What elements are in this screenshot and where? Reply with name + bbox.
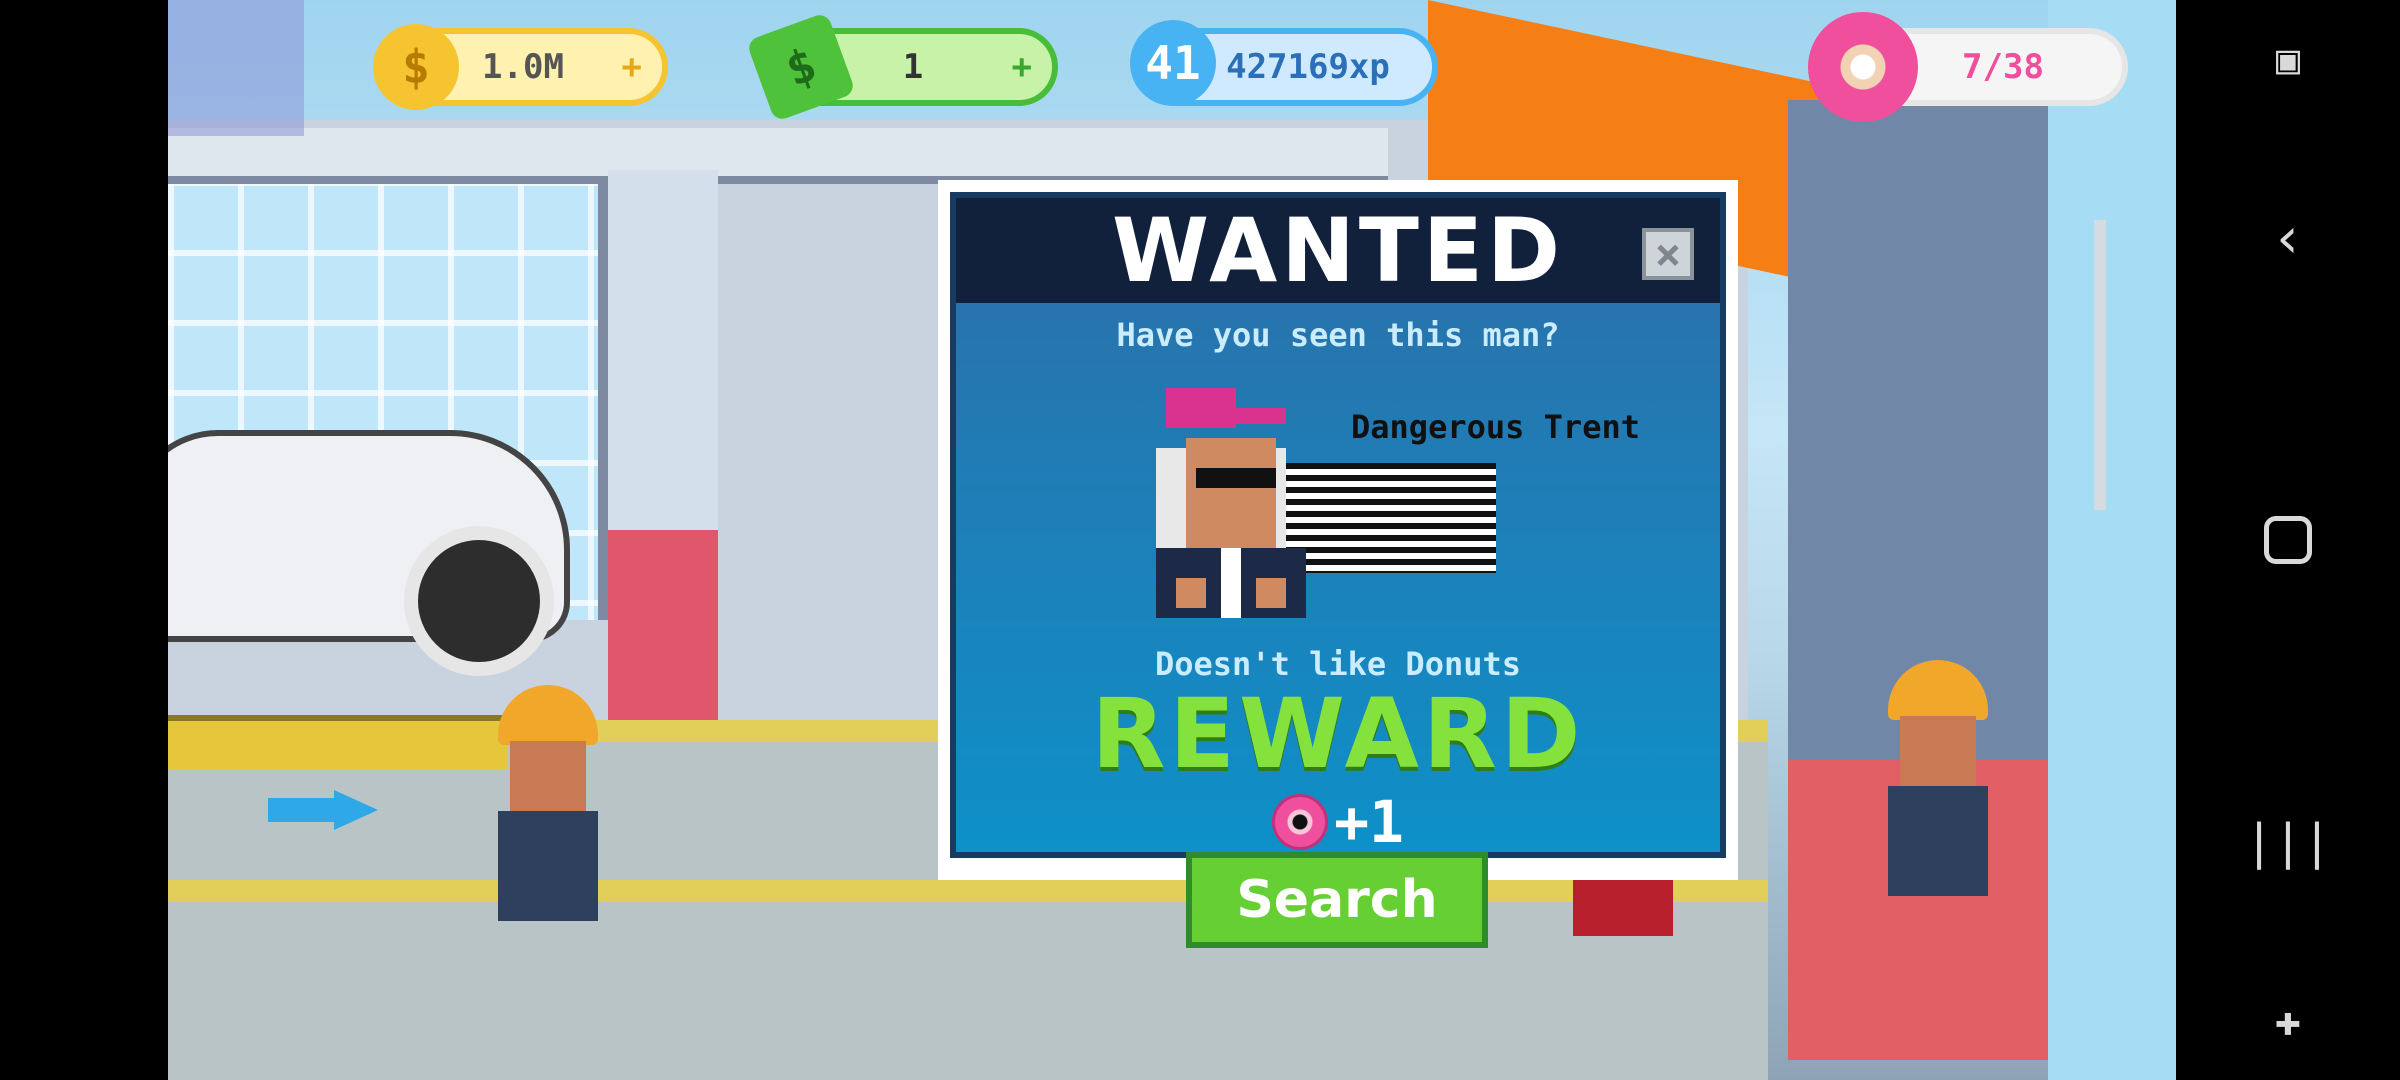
suspect-name: Dangerous Trent <box>1351 408 1640 446</box>
cash-value: 1 <box>902 47 924 87</box>
car-wheel <box>404 526 554 676</box>
wanted-poster: WANTED × Have you seen this man? Dangero… <box>950 192 1726 858</box>
wanted-dialog: WANTED × Have you seen this man? Dangero… <box>938 180 1738 880</box>
donut-value: 7/38 <box>1962 47 2044 87</box>
xp-value: 427169xp <box>1226 47 1390 87</box>
search-button[interactable]: Search <box>1186 852 1488 948</box>
sky <box>2048 0 2176 1080</box>
white-sports-car[interactable] <box>168 430 570 676</box>
close-icon: × <box>1654 228 1682 280</box>
level-badge: 41 <box>1130 20 1216 106</box>
car-lift <box>168 715 508 769</box>
back-icon[interactable]: ‹ <box>2248 198 2328 278</box>
reward-amount: +1 <box>1334 788 1404 856</box>
dialog-header: WANTED <box>956 198 1720 303</box>
donut-icon <box>1272 794 1329 850</box>
coins-value: 1.0M <box>482 47 564 87</box>
game-tools-icon[interactable]: ✚ <box>2248 980 2328 1060</box>
garage-pillar <box>608 170 718 750</box>
close-button[interactable]: × <box>1642 228 1694 280</box>
suspect-portrait <box>1136 348 1356 618</box>
profile-avatar[interactable] <box>168 0 304 136</box>
search-label: Search <box>1236 870 1438 930</box>
add-coins-icon[interactable]: + <box>622 47 642 87</box>
game-scene: 1.0M + $ 1 + $ 427169xp 41 7/38 WANTED ×… <box>168 0 2176 1080</box>
flag-pole <box>2094 220 2106 510</box>
reward-amount-row: +1 <box>956 788 1720 856</box>
screen-lock-icon[interactable]: ▣ <box>2248 20 2328 100</box>
coin-icon: $ <box>373 24 459 110</box>
dialog-title: WANTED <box>1111 199 1565 302</box>
worker-character[interactable] <box>1878 660 1998 930</box>
add-cash-icon[interactable]: + <box>1012 47 1032 87</box>
system-nav-bar: ▣ ‹ ||| ✚ <box>2176 0 2400 1080</box>
level-value: 41 <box>1145 36 1201 90</box>
recent-apps-icon[interactable]: ||| <box>2245 802 2332 882</box>
worker-character[interactable] <box>488 685 608 955</box>
reward-label: REWARD <box>1091 678 1585 790</box>
donut-icon <box>1808 12 1918 122</box>
home-icon[interactable] <box>2248 500 2328 580</box>
roof-beam <box>168 128 1388 184</box>
